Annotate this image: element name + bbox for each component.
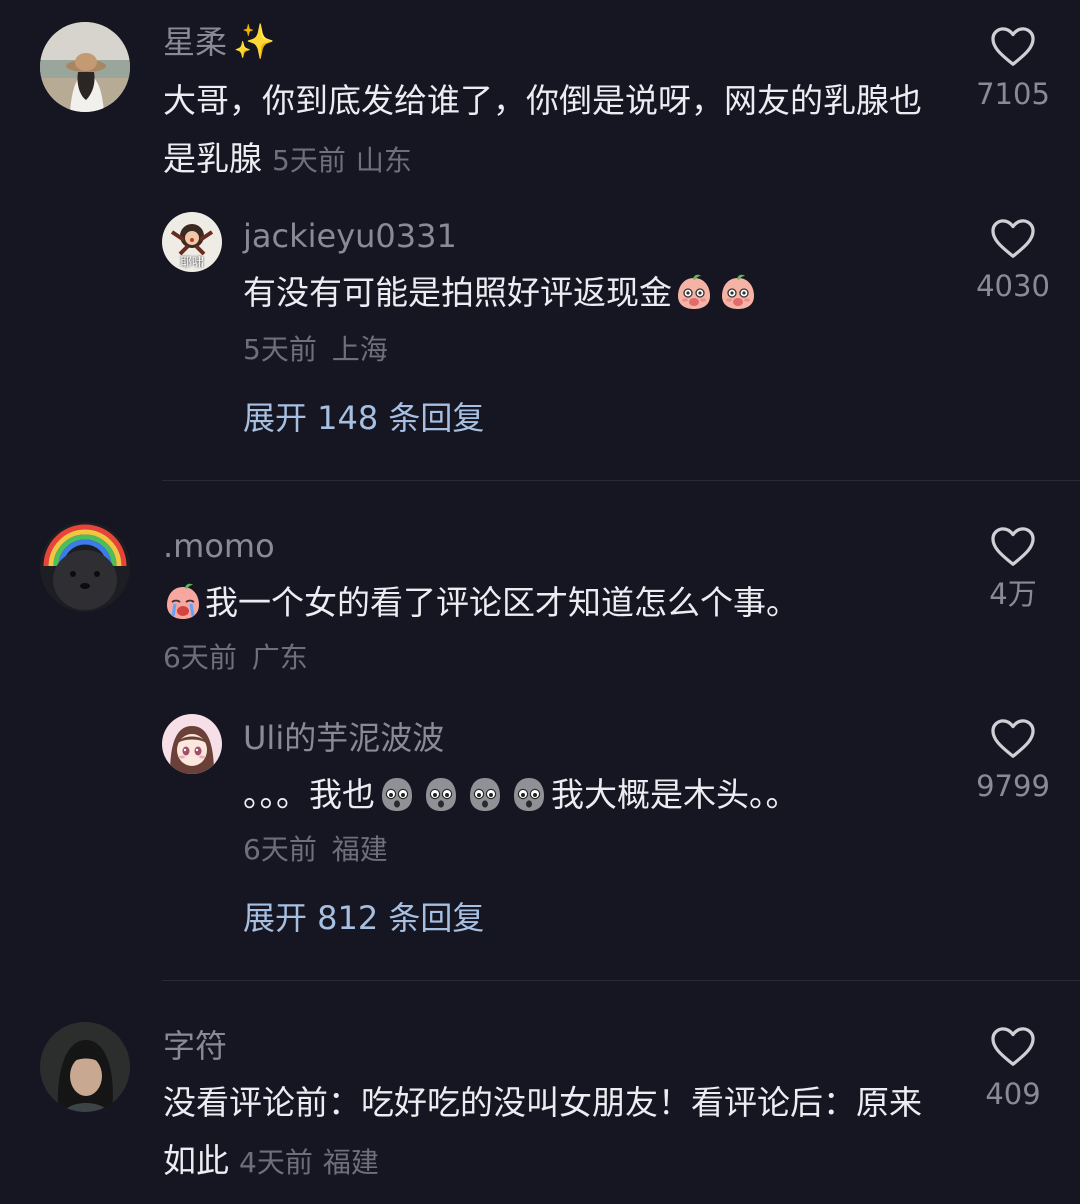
reply-text: 。。。我也 我大概是木头。。 bbox=[243, 774, 799, 814]
avatar-photo-beach bbox=[40, 22, 130, 112]
reply-meta: 6天前 福建 bbox=[243, 833, 388, 866]
heart-icon bbox=[990, 218, 1036, 260]
shocked-potato-emoji bbox=[421, 774, 461, 814]
like-button[interactable]: 4030 bbox=[958, 218, 1068, 306]
divider bbox=[162, 480, 1080, 481]
heart-icon bbox=[990, 26, 1036, 68]
heart-icon bbox=[990, 718, 1036, 760]
comment-time: 4天前 bbox=[239, 1146, 313, 1179]
like-button[interactable]: 4万 bbox=[958, 526, 1068, 614]
like-count: 409 bbox=[985, 1077, 1041, 1111]
like-button[interactable]: 9799 bbox=[958, 718, 1068, 806]
shocked-potato-emoji bbox=[465, 774, 505, 814]
divider bbox=[162, 980, 1080, 981]
heart-icon bbox=[990, 1026, 1036, 1068]
heart-icon bbox=[990, 526, 1036, 568]
shocked-potato-emoji bbox=[509, 774, 549, 814]
comment-meta: 6天前 广东 bbox=[163, 641, 308, 674]
avatar[interactable] bbox=[40, 522, 130, 612]
reply-meta: 5天前 上海 bbox=[243, 333, 388, 366]
avatar[interactable] bbox=[40, 1022, 130, 1112]
crying-emoji bbox=[163, 582, 203, 622]
shy-laugh-emoji bbox=[718, 272, 758, 312]
avatar[interactable] bbox=[162, 714, 222, 774]
sparkle-emoji: ✨ bbox=[233, 22, 276, 62]
like-count: 9799 bbox=[976, 769, 1050, 803]
like-button[interactable]: 409 bbox=[958, 1026, 1068, 1114]
comment-text: 没看评论前：吃好吃的没叫女朋友！看评论后：原来如此 4天前 福建 bbox=[163, 1083, 922, 1180]
comment-location: 福建 bbox=[322, 1146, 379, 1179]
shy-laugh-emoji bbox=[674, 272, 714, 312]
avatar[interactable]: 耶啸 bbox=[162, 212, 222, 272]
avatar-rainbow-creature bbox=[40, 522, 130, 612]
like-count: 4030 bbox=[976, 269, 1050, 303]
avatar-anime-girl bbox=[162, 714, 222, 774]
username[interactable]: jackieyu0331 bbox=[243, 216, 457, 256]
username[interactable]: Uli的芋泥波波 bbox=[243, 718, 444, 758]
username[interactable]: 星柔 ✨ bbox=[163, 22, 275, 62]
expand-replies-button[interactable]: 展开 148 条回复 bbox=[243, 398, 484, 438]
reply-text: 有没有可能是拍照好评返现金 bbox=[243, 264, 933, 322]
avatar-photo-portrait bbox=[40, 1022, 130, 1112]
comment-text: 大哥，你到底发给谁了，你倒是说呀，网友的乳腺也是乳腺 5天前 山东 bbox=[163, 81, 922, 178]
like-button[interactable]: 7105 bbox=[958, 26, 1068, 114]
comment-time: 5天前 bbox=[272, 144, 346, 177]
username-text: 星柔 bbox=[163, 23, 228, 61]
username[interactable]: 字符 bbox=[163, 1026, 227, 1066]
username[interactable]: .momo bbox=[163, 526, 275, 566]
comment-location: 山东 bbox=[355, 144, 412, 177]
expand-replies-button[interactable]: 展开 812 条回复 bbox=[243, 898, 484, 938]
comment-text: 我一个女的看了评论区才知道怎么个事。 bbox=[163, 574, 933, 632]
avatar-label: 耶啸 bbox=[179, 255, 204, 269]
like-count: 4万 bbox=[989, 577, 1037, 611]
like-count: 7105 bbox=[976, 77, 1050, 111]
avatar[interactable] bbox=[40, 22, 130, 112]
shocked-potato-emoji bbox=[377, 774, 417, 814]
